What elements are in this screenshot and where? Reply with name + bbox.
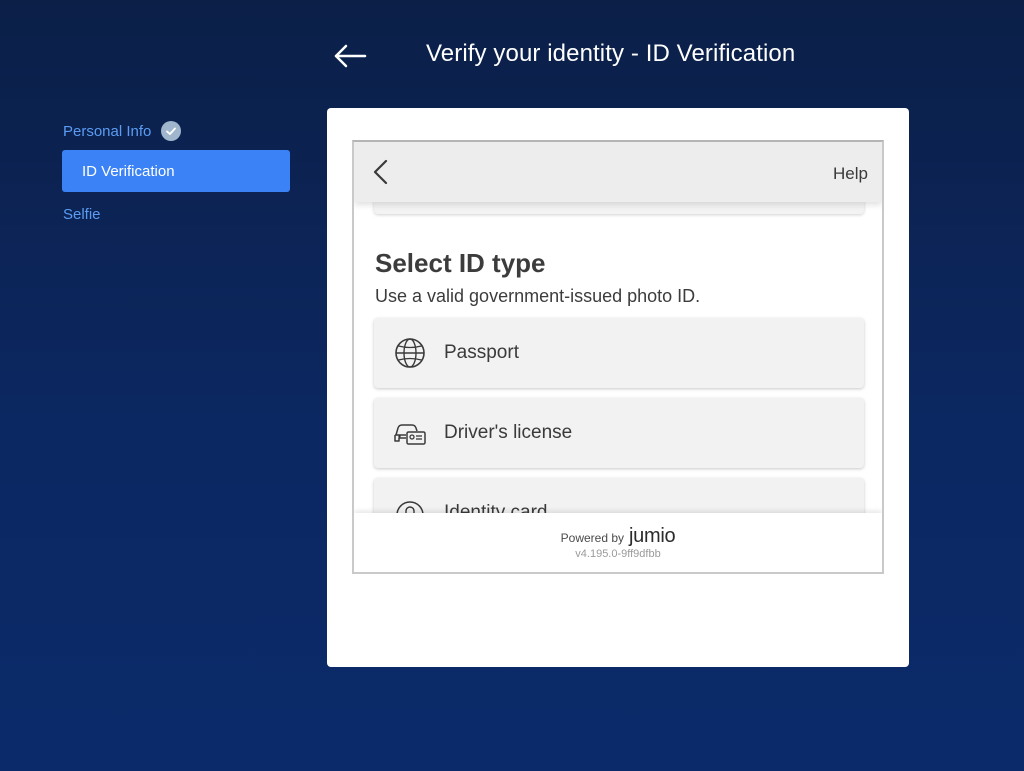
option-label: Passport — [444, 342, 519, 363]
step-id-verification[interactable]: ID Verification — [62, 150, 290, 192]
step-selfie[interactable]: Selfie — [63, 206, 101, 223]
id-verification-widget: Help Select ID type Use a valid governme… — [352, 140, 884, 574]
step-label: Personal Info — [63, 122, 152, 140]
page-title: Verify your identity - ID Verification — [426, 40, 796, 67]
jumio-logo: jumio — [629, 525, 676, 547]
step-personal-info[interactable]: Personal Info — [63, 121, 182, 141]
id-card-icon — [396, 501, 424, 513]
option-identity-card[interactable]: Identity card — [374, 478, 864, 513]
option-label: Driver's license — [444, 422, 573, 443]
chevron-left-icon[interactable] — [370, 158, 392, 186]
step-label: Selfie — [63, 206, 101, 223]
select-id-subtitle: Use a valid government-issued photo ID. — [375, 286, 701, 306]
id-type-list[interactable]: Select ID type Use a valid government-is… — [354, 202, 882, 513]
option-drivers-license[interactable]: Driver's license — [374, 398, 864, 468]
powered-by: Powered by jumio — [354, 525, 882, 548]
version-label: v4.195.0-9ff9dfbb — [575, 548, 661, 560]
car-license-icon — [394, 424, 426, 445]
back-arrow-icon[interactable] — [332, 38, 368, 74]
step-label: ID Verification — [82, 162, 175, 180]
help-link[interactable]: Help — [833, 164, 868, 184]
widget-topbar: Help — [354, 142, 882, 202]
powered-by-text: Powered by — [560, 531, 625, 545]
widget-footer: Powered by jumio v4.195.0-9ff9dfbb — [354, 513, 882, 572]
globe-icon — [395, 338, 425, 368]
option-passport[interactable]: Passport — [374, 318, 864, 388]
partial-list-item — [374, 202, 864, 214]
select-id-title: Select ID type — [375, 248, 546, 278]
option-label: Identity card — [444, 502, 548, 513]
check-circle-icon — [161, 121, 182, 141]
